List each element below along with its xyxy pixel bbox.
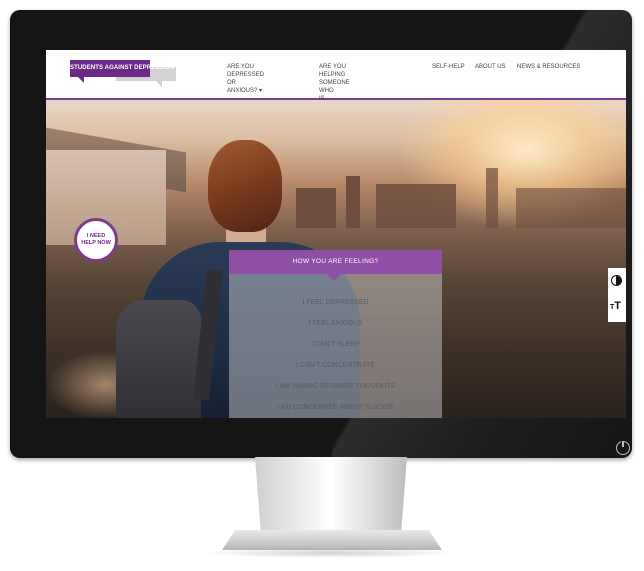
chimney-shape	[486, 168, 498, 228]
accessibility-toolbar: TT	[608, 268, 626, 322]
feeling-option-suicide[interactable]: I AM CONCERNED ABOUT SUICIDE	[229, 403, 442, 413]
help-now-button[interactable]: I NEED HELP NOW	[74, 218, 118, 262]
feeling-panel-title: HOW YOU ARE FEELING?	[229, 250, 442, 281]
feeling-panel: HOW YOU ARE FEELING? I FEEL DEPRESSED I …	[229, 250, 442, 418]
nav-item-self-help[interactable]: SELF-HELP	[432, 63, 465, 71]
contrast-icon[interactable]	[611, 275, 622, 286]
power-icon[interactable]	[616, 440, 630, 455]
site-header: STUDENTS AGAINST DEPRESSION ARE YOU DEPR…	[46, 50, 626, 126]
website-screen: STUDENTS AGAINST DEPRESSION ARE YOU DEPR…	[46, 50, 626, 418]
nav-item-depressed-or-anxious[interactable]: ARE YOU DEPRESSED OR ANXIOUS? ▾	[227, 63, 264, 95]
logo-text: STUDENTS AGAINST DEPRESSION	[70, 60, 174, 83]
monitor-bezel: STUDENTS AGAINST DEPRESSION ARE YOU DEPR…	[10, 10, 632, 458]
monitor-stand	[255, 457, 407, 535]
feeling-option-cant-sleep[interactable]: I CAN'T SLEEP	[229, 340, 442, 350]
nav-item-about-us[interactable]: ABOUT US	[475, 63, 506, 71]
monitor-stand-base	[222, 530, 442, 550]
nav-item-news-resources[interactable]: NEWS & RESOURCES	[517, 63, 580, 71]
head	[208, 140, 282, 232]
backpack	[116, 300, 201, 418]
feeling-option-anxious[interactable]: I FEEL ANXIOUS	[229, 319, 442, 329]
site-logo[interactable]: STUDENTS AGAINST DEPRESSION	[70, 60, 180, 90]
text-size-icon[interactable]: TT	[610, 301, 621, 313]
feeling-option-cant-concentrate[interactable]: I CAN'T CONCENTRATE	[229, 361, 442, 371]
feeling-option-strange-thoughts[interactable]: I AM HAVING STRANGE THOUGHTS	[229, 382, 442, 392]
feeling-option-depressed[interactable]: I FEEL DEPRESSED	[229, 298, 442, 308]
stand-shadow	[200, 548, 460, 558]
hero-image: I NEED HELP NOW HOW YOU ARE FEELING? I F…	[46, 100, 626, 418]
help-now-label: I NEED HELP NOW	[81, 233, 111, 246]
rooftop-shape	[516, 188, 626, 228]
rooftop-shape	[376, 184, 456, 228]
